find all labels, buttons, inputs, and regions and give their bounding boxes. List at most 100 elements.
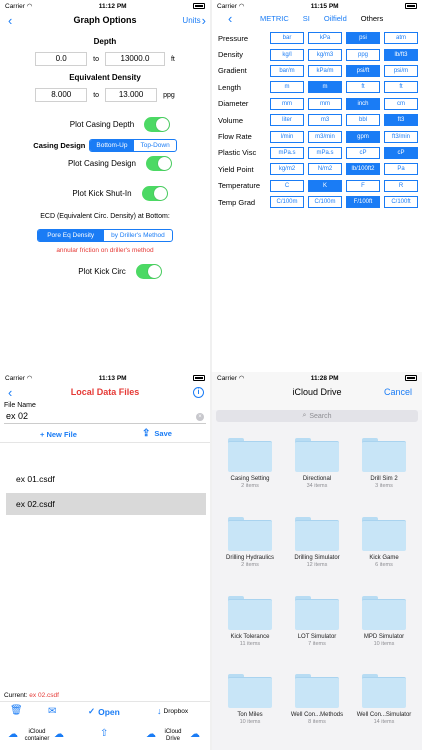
plot-kick-circ-toggle[interactable] <box>135 264 162 279</box>
unit-option-button[interactable]: F <box>346 179 380 192</box>
depth-to-input[interactable]: 13000.0 <box>104 52 165 66</box>
unit-option-button[interactable]: gpm <box>346 130 380 143</box>
unit-option-button[interactable]: Pa <box>384 163 418 176</box>
plot-kick-shutin-toggle[interactable] <box>141 186 168 201</box>
pore-eq-density-segment[interactable]: Pore Eq Density <box>38 230 104 241</box>
unit-option-button[interactable]: ft <box>346 81 380 94</box>
clear-icon[interactable]: × <box>196 413 204 421</box>
folder-item[interactable]: Directional 34 items <box>287 438 347 489</box>
folder-item[interactable]: Drilling Hydraulics 2 items <box>220 517 280 568</box>
unit-option-button[interactable]: cP <box>384 146 418 159</box>
cloud-upload-icon[interactable]: ☁︎ <box>54 729 64 740</box>
plot-casing-design-toggle[interactable] <box>146 156 173 171</box>
top-down-segment[interactable]: Top-Down <box>133 140 175 151</box>
folder-item[interactable]: Well Con...Methods 8 items <box>287 674 347 725</box>
search-input[interactable]: ⌕ Search <box>216 410 418 422</box>
depth-label: Depth <box>93 37 117 46</box>
unit-option-button[interactable]: kPa/m <box>308 64 342 77</box>
ecd-from-input[interactable]: 8.000 <box>35 88 88 102</box>
new-file-button[interactable]: + New File <box>40 430 77 439</box>
unit-option-button[interactable]: cP <box>346 146 380 159</box>
unit-option-button[interactable]: psi/m <box>384 64 418 77</box>
unit-option-button[interactable]: lb/ft3 <box>384 48 418 61</box>
folder-item[interactable]: LOT Simulator 7 items <box>287 596 347 647</box>
file-row-selected[interactable]: ex 02.csdf <box>6 493 206 515</box>
cloud-upload-icon[interactable]: ☁︎ <box>190 729 200 740</box>
folder-item[interactable]: Drilling Simulator 12 items <box>287 517 347 568</box>
folder-item[interactable]: Well Con...Simulator 14 items <box>354 674 414 725</box>
unit-option-button[interactable]: N/m2 <box>308 163 342 176</box>
unit-option-button[interactable]: ft <box>384 81 418 94</box>
unit-option-button[interactable]: psi <box>346 32 380 45</box>
share-icon[interactable]: ⇧ <box>100 728 108 739</box>
unit-option-button[interactable]: mPa.s <box>308 146 342 159</box>
bottom-up-segment[interactable]: Bottom-Up <box>90 140 134 151</box>
unit-option-button[interactable]: R <box>384 179 418 192</box>
unit-option-button[interactable]: kPa <box>308 32 342 45</box>
folder-item[interactable]: Kick Tolerance 11 items <box>220 596 280 647</box>
status-bar: Carrier ◠ 11:12 PM <box>0 0 210 12</box>
unit-option-button[interactable]: C <box>270 179 304 192</box>
unit-option-button[interactable]: bar <box>270 32 304 45</box>
folder-icon <box>295 596 339 630</box>
unit-option-button[interactable]: inch <box>346 97 380 110</box>
unit-option-button[interactable]: C/100ft <box>384 196 418 209</box>
unit-option-button[interactable]: ppg <box>346 48 380 61</box>
unit-tab-si[interactable]: SI <box>303 14 310 23</box>
plot-casing-depth-toggle[interactable] <box>144 117 171 132</box>
folder-item-count: 10 items <box>373 641 395 647</box>
file-row[interactable]: ex 01.csdf <box>6 468 206 490</box>
unit-option-button[interactable]: m <box>270 81 304 94</box>
unit-option-button[interactable]: atm <box>384 32 418 45</box>
unit-option-button[interactable]: mm <box>270 97 304 110</box>
unit-tab-others[interactable]: Others <box>361 14 384 23</box>
save-button[interactable]: ⇪ Save <box>142 428 172 439</box>
folder-item[interactable]: MPD Simulator 10 items <box>354 596 414 647</box>
folder-item[interactable]: Drill Sim 23 items <box>354 438 414 489</box>
cloud-download-icon[interactable]: ☁︎ <box>8 729 18 740</box>
unit-tab-metric[interactable]: METRIC <box>260 14 289 23</box>
plot-casing-depth-label: Plot Casing Depth <box>69 120 135 129</box>
unit-option-button[interactable]: ft3 <box>384 114 418 127</box>
back-chevron-icon[interactable]: ‹ <box>228 12 232 25</box>
open-button[interactable]: ✓ Open <box>88 706 120 717</box>
unit-tab-oilfield[interactable]: Oilfield <box>324 14 347 23</box>
trash-icon[interactable]: 🗑︎ <box>10 705 23 716</box>
ecd-to-input[interactable]: 13.000 <box>105 88 158 102</box>
unit-option-button[interactable]: mPa.s <box>270 146 304 159</box>
dropbox-button[interactable]: ↓ Dropbox <box>157 706 188 716</box>
unit-option-button[interactable]: bbl <box>346 114 380 127</box>
unit-option-button[interactable]: C/100m <box>308 196 342 209</box>
unit-option-button[interactable]: kg/m3 <box>308 48 342 61</box>
unit-option-button[interactable]: cm <box>384 97 418 110</box>
folder-name: MPD Simulator <box>363 634 405 640</box>
mail-icon[interactable]: ✉︎ <box>48 706 56 717</box>
unit-option-button[interactable]: C/100m <box>270 196 304 209</box>
folder-item[interactable]: Kick Game 6 items <box>354 517 414 568</box>
open-label: Open <box>98 706 120 717</box>
units-button[interactable]: Units › <box>182 14 206 27</box>
unit-option-button[interactable]: bar/m <box>270 64 304 77</box>
file-name-input[interactable]: ex 02 × <box>4 411 206 424</box>
unit-option-button[interactable]: liter <box>270 114 304 127</box>
unit-option-button[interactable]: lb/100ft2 <box>346 163 380 176</box>
unit-option-button[interactable]: F/100ft <box>346 196 380 209</box>
depth-from-input[interactable]: 0.0 <box>35 52 88 66</box>
info-icon[interactable]: i <box>193 386 204 398</box>
unit-option-button[interactable]: psi/ft <box>346 64 380 77</box>
unit-option-button[interactable]: ft3/min <box>384 130 418 143</box>
drillers-method-segment[interactable]: by Driller's Method <box>103 230 172 241</box>
unit-option-button[interactable]: kg/l <box>270 48 304 61</box>
folder-item[interactable]: Casing Setting 2 items <box>220 438 280 489</box>
cancel-button[interactable]: Cancel <box>384 387 412 397</box>
unit-option-button[interactable]: kg/m2 <box>270 163 304 176</box>
unit-option-button[interactable]: l/min <box>270 130 304 143</box>
folder-item[interactable]: Ton Miles 10 items <box>220 674 280 725</box>
unit-option-button[interactable]: K <box>308 179 342 192</box>
unit-option-button[interactable]: m3 <box>308 114 342 127</box>
unit-option-button[interactable]: m <box>308 81 342 94</box>
unit-option-button[interactable]: mm <box>308 97 342 110</box>
unit-option-button[interactable]: m3/min <box>308 130 342 143</box>
cloud-download-icon[interactable]: ☁︎ <box>146 729 156 740</box>
casing-design-label: Casing Design <box>33 141 86 150</box>
